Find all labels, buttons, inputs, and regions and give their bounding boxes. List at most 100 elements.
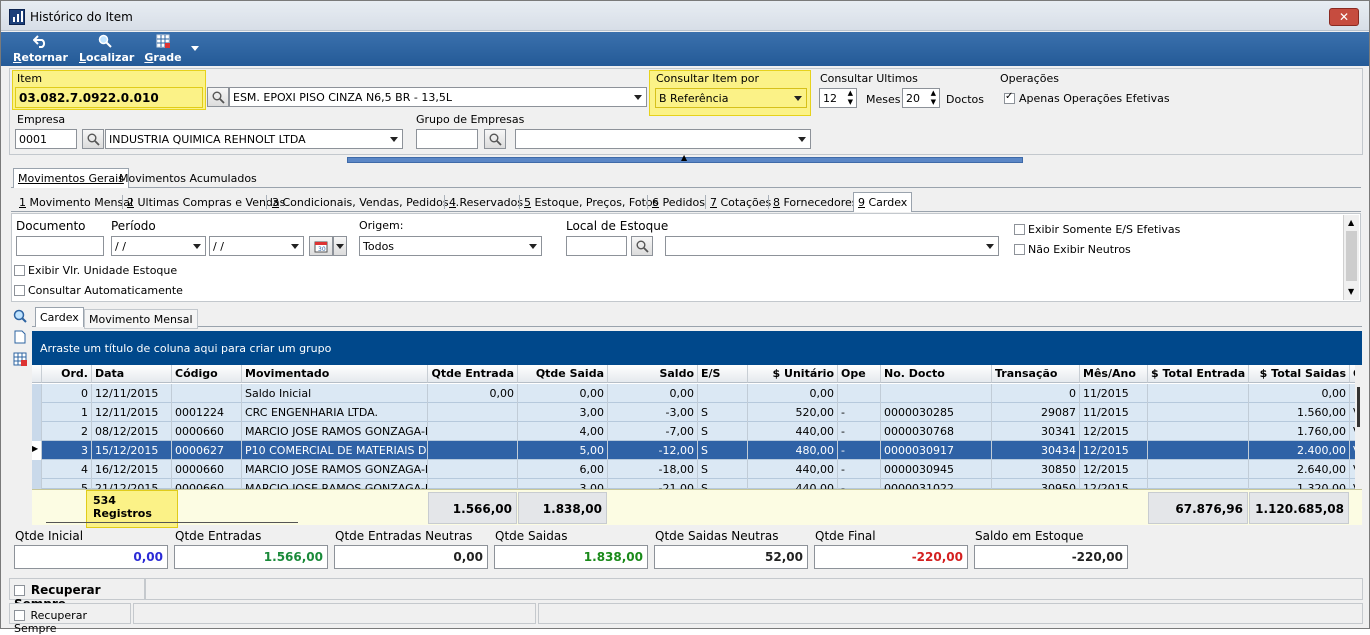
exibir-somente-efetivas-checkbox[interactable] bbox=[1014, 224, 1025, 235]
table-row[interactable]: 1 12/11/2015 0001224 CRC ENGENHARIA LTDA. 3,… bbox=[32, 403, 1362, 422]
cell-no-docto[interactable]: 0000030768 bbox=[881, 422, 992, 441]
local-estoque-search-button[interactable] bbox=[631, 236, 653, 256]
exibir-vlr-unidade-checkbox[interactable] bbox=[14, 265, 25, 276]
calendar-button[interactable]: 30 bbox=[309, 236, 333, 256]
cell-total-saidas[interactable]: 2.400,00 bbox=[1249, 441, 1350, 460]
column-header-total-entrada[interactable]: $ Total Entrada bbox=[1148, 365, 1249, 383]
cell-qtde-saida[interactable]: 0,00 bbox=[518, 384, 608, 403]
item-description-select[interactable]: ESM. EPOXI PISO CINZA N6,5 BR - 13,5L bbox=[229, 87, 647, 107]
cell-movimentado[interactable]: MARCIO JOSE RAMOS GONZAGA-ME bbox=[242, 422, 428, 441]
cell-es[interactable] bbox=[698, 384, 748, 403]
cell-movimentado[interactable]: P10 COMERCIAL DE MATERIAIS DE CONSTRUCAO bbox=[242, 441, 428, 460]
cell-total-entrada[interactable] bbox=[1148, 403, 1249, 422]
cell-transacao[interactable]: 30341 bbox=[992, 422, 1080, 441]
cell-transacao[interactable]: 30850 bbox=[992, 460, 1080, 479]
column-header-ope[interactable]: Ope bbox=[838, 365, 881, 383]
cell-unitario[interactable]: 440,00 bbox=[748, 460, 838, 479]
meses-stepper[interactable]: 12 ▲ ▼ bbox=[819, 88, 857, 108]
cell-total-entrada[interactable] bbox=[1148, 441, 1249, 460]
close-button[interactable]: ✕ bbox=[1329, 8, 1359, 26]
cell-mes-ano[interactable]: 12/2015 bbox=[1080, 422, 1148, 441]
grade-button[interactable]: Grade bbox=[144, 34, 182, 64]
cell-saldo[interactable]: 0,00 bbox=[608, 384, 698, 403]
cell-no-docto[interactable]: 0000030285 bbox=[881, 403, 992, 422]
cell-qtde-saida[interactable]: 5,00 bbox=[518, 441, 608, 460]
empresa-search-button[interactable] bbox=[82, 129, 104, 149]
localizar-button[interactable]: Localizar bbox=[79, 34, 134, 64]
cell-data[interactable]: 15/12/2015 bbox=[92, 441, 172, 460]
cell-movimentado[interactable]: CRC ENGENHARIA LTDA. bbox=[242, 403, 428, 422]
cell-qtde-saida[interactable]: 6,00 bbox=[518, 460, 608, 479]
retornar-button[interactable]: Retornar bbox=[13, 34, 68, 64]
cell-ope[interactable]: - bbox=[838, 403, 881, 422]
column-header-ord[interactable]: Ord. bbox=[42, 365, 92, 383]
column-header-qtde-saida[interactable]: Qtde Saida bbox=[518, 365, 608, 383]
cell-unitario[interactable]: 0,00 bbox=[748, 384, 838, 403]
item-search-button[interactable] bbox=[207, 87, 229, 107]
grid-icon[interactable] bbox=[13, 352, 27, 366]
cell-codigo[interactable]: 0000627 bbox=[172, 441, 242, 460]
document-icon[interactable] bbox=[13, 330, 27, 344]
cell-mes-ano[interactable]: 12/2015 bbox=[1080, 460, 1148, 479]
item-code-input[interactable]: 03.082.7.0922.0.010 bbox=[15, 87, 203, 108]
cell-mes-ano[interactable]: 11/2015 bbox=[1080, 403, 1148, 422]
subtab-movimento-mensal[interactable]: 1 Movimento Mensal bbox=[14, 192, 138, 212]
local-estoque-select[interactable] bbox=[665, 236, 999, 256]
periodo-to-date[interactable]: / / bbox=[209, 236, 304, 256]
row-indicator[interactable]: ▶ bbox=[32, 441, 42, 460]
column-header-total-saidas[interactable]: $ Total Saidas bbox=[1249, 365, 1350, 383]
cell-ord[interactable]: 4 bbox=[42, 460, 92, 479]
grid-scrollbar[interactable] bbox=[1355, 365, 1362, 489]
cell-mes-ano[interactable]: 11/2015 bbox=[1080, 384, 1148, 403]
cell-saldo[interactable]: -18,00 bbox=[608, 460, 698, 479]
scroll-thumb[interactable] bbox=[1346, 231, 1357, 281]
grupo-code-input[interactable] bbox=[416, 129, 478, 149]
subtab-pedidos[interactable]: 6 Pedidos bbox=[647, 192, 710, 212]
cell-total-entrada[interactable] bbox=[1148, 422, 1249, 441]
calendar-dropdown[interactable] bbox=[333, 236, 347, 256]
table-row[interactable]: ▶ 3 15/12/2015 0000627 P10 COMERCIAL DE MATE… bbox=[32, 441, 1362, 460]
inner-tab-cardex[interactable]: Cardex bbox=[35, 307, 84, 327]
cell-codigo[interactable]: 0000660 bbox=[172, 460, 242, 479]
cell-no-docto[interactable]: 0000030917 bbox=[881, 441, 992, 460]
cell-es[interactable]: S bbox=[698, 460, 748, 479]
cell-ord[interactable]: 1 bbox=[42, 403, 92, 422]
consultar-item-por-select[interactable]: B Referência bbox=[655, 88, 807, 108]
origem-select[interactable]: Todos bbox=[359, 236, 542, 256]
row-indicator[interactable] bbox=[32, 403, 42, 422]
cell-unitario[interactable]: 480,00 bbox=[748, 441, 838, 460]
cell-qtde-saida[interactable]: 4,00 bbox=[518, 422, 608, 441]
subtab-reservados[interactable]: 4 Reservados bbox=[444, 192, 528, 212]
cell-data[interactable]: 12/11/2015 bbox=[92, 384, 172, 403]
cell-qtde-entrada[interactable] bbox=[428, 460, 518, 479]
empresa-select[interactable]: INDUSTRIA QUIMICA REHNOLT LTDA bbox=[105, 129, 403, 149]
subtab-cardex[interactable]: 9 Cardex bbox=[853, 192, 913, 212]
search-icon[interactable] bbox=[13, 309, 27, 323]
subtab-cotacoes[interactable]: 7 Cotações bbox=[705, 192, 776, 212]
column-header-movimentado[interactable]: Movimentado bbox=[242, 365, 428, 383]
documento-input[interactable] bbox=[16, 236, 104, 256]
cell-no-docto[interactable] bbox=[881, 384, 992, 403]
column-header-transacao[interactable]: Transação bbox=[992, 365, 1080, 383]
consultar-automaticamente-checkbox[interactable] bbox=[14, 285, 25, 296]
cell-es[interactable]: S bbox=[698, 403, 748, 422]
table-row[interactable]: 2 08/12/2015 0000660 MARCIO JOSE RAMOS GONZ… bbox=[32, 422, 1362, 441]
cell-unitario[interactable]: 440,00 bbox=[748, 422, 838, 441]
cell-saldo[interactable]: -7,00 bbox=[608, 422, 698, 441]
cell-total-saidas[interactable]: 1.560,00 bbox=[1249, 403, 1350, 422]
apenas-efetivas-checkbox[interactable] bbox=[1004, 91, 1015, 104]
splitter-handle[interactable]: ▲ bbox=[347, 153, 1023, 163]
cell-data[interactable]: 16/12/2015 bbox=[92, 460, 172, 479]
filter-scrollbar[interactable]: ▲ ▼ bbox=[1343, 215, 1359, 300]
grupo-search-button[interactable] bbox=[484, 129, 506, 149]
cell-total-saidas[interactable]: 2.640,00 bbox=[1249, 460, 1350, 479]
cell-transacao[interactable]: 29087 bbox=[992, 403, 1080, 422]
cell-qtde-entrada[interactable] bbox=[428, 403, 518, 422]
cell-es[interactable]: S bbox=[698, 422, 748, 441]
column-header-es[interactable]: E/S bbox=[698, 365, 748, 383]
column-header-mes-ano[interactable]: Mês/Ano bbox=[1080, 365, 1148, 383]
subtab-fornecedores[interactable]: 8 Fornecedores bbox=[768, 192, 863, 212]
column-header-codigo[interactable]: Código bbox=[172, 365, 242, 383]
empresa-code-input[interactable]: 0001 bbox=[15, 129, 77, 149]
cell-saldo[interactable]: -12,00 bbox=[608, 441, 698, 460]
